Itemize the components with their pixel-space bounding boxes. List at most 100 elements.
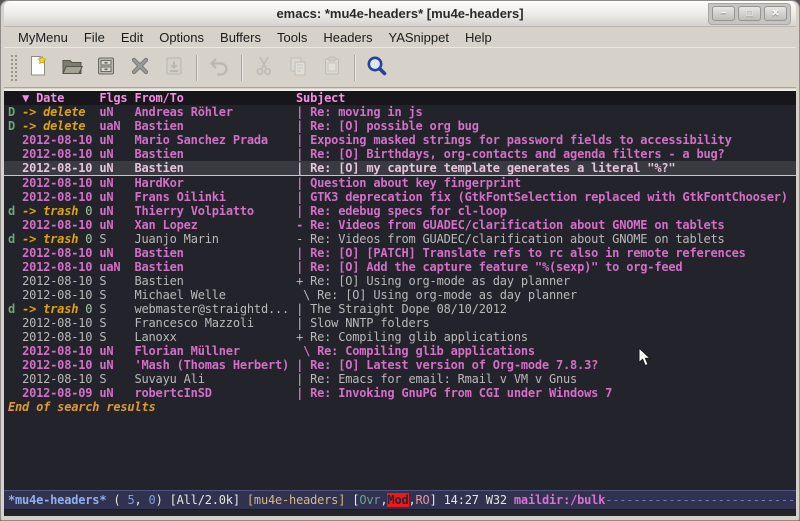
text-segment (8, 246, 22, 260)
headers-column-row: ▼ Date Flgs From/To Subject (4, 91, 796, 105)
text-segment: robertcInSD (134, 386, 211, 400)
message-row[interactable]: D -> delete uaN Bastien | Re: [O] possib… (4, 119, 796, 133)
search-button[interactable] (362, 53, 392, 83)
menu-item-edit[interactable]: Edit (113, 28, 151, 47)
save-buffer-button (159, 53, 189, 83)
column-headers-text: ▼ Date Flgs From/To Subject (22, 91, 345, 105)
text-segment: uN (99, 218, 113, 232)
search-icon (365, 54, 389, 81)
text-segment: *mu4e-headers* (8, 493, 106, 507)
text-segment: 2012-08-10 (22, 161, 92, 175)
message-row[interactable]: 2012-08-10 uN 'Mash (Thomas Herbert) | R… (4, 358, 796, 372)
text-segment (106, 288, 134, 302)
text-segment: Bastien (135, 119, 184, 133)
text-segment: 2012-08-10 (22, 190, 92, 204)
message-row[interactable]: d -> trash 0 uN Thierry Volpiatto | Re: … (4, 204, 796, 218)
kill-buffer-button[interactable] (125, 53, 155, 83)
dired-icon (94, 54, 118, 81)
text-segment: uN (99, 358, 113, 372)
save-buffer-icon (162, 54, 186, 81)
toolbar-separator (196, 55, 197, 81)
message-row[interactable]: d -> trash 0 S webmaster@straightd... | … (4, 302, 796, 316)
text-segment: uN (99, 344, 113, 358)
text-segment: Ovr (359, 493, 380, 507)
echo-area[interactable] (4, 510, 796, 516)
message-row[interactable]: 2012-08-10 uN Xan Lopez - Re: Videos fro… (4, 218, 796, 232)
title-bar[interactable]: emacs: *mu4e-headers* [mu4e-headers] −□✕ (4, 1, 796, 27)
message-row[interactable]: 2012-08-10 S Michael Welle \ Re: [O] Usi… (4, 288, 796, 302)
text-segment: d (8, 302, 22, 316)
message-row[interactable]: 2012-08-10 S Lanoxx + Re: Compiling glib… (4, 330, 796, 344)
maximize-button[interactable]: □ (738, 6, 761, 21)
menu-item-file[interactable]: File (76, 28, 113, 47)
text-segment: maildir:/bulk (514, 493, 605, 507)
text-segment: , (409, 493, 416, 507)
menu-item-headers[interactable]: Headers (315, 28, 380, 47)
message-row[interactable]: 2012-08-10 uN Mario Sanchez Prada | Expo… (4, 133, 796, 147)
menu-item-options[interactable]: Options (151, 28, 212, 47)
text-segment (8, 218, 22, 232)
message-row[interactable]: 2012-08-10 uaN Bastien | Re: [O] Add the… (4, 260, 796, 274)
text-segment (289, 358, 296, 372)
text-segment (184, 260, 296, 274)
text-segment (8, 190, 22, 204)
open-file-button[interactable] (57, 53, 87, 83)
text-segment (113, 358, 134, 372)
text-segment: - Re: Videos from GUADEC/clarification a… (296, 232, 725, 246)
copy-button (283, 53, 313, 83)
message-row[interactable]: 2012-08-10 S Suvayu Ali | Re: Emacs for … (4, 372, 796, 386)
close-button[interactable]: ✕ (764, 6, 787, 21)
text-segment: 2012-08-10 (22, 316, 92, 330)
text-segment: | Re: Emacs for email: Rmail v VM v Gnus (296, 372, 577, 386)
menu-item-tools[interactable]: Tools (269, 28, 315, 47)
menu-item-help[interactable]: Help (457, 28, 500, 47)
end-of-search-results: End of search results (4, 400, 796, 414)
text-segment (113, 133, 134, 147)
text-segment (177, 330, 296, 344)
column-headers-text (8, 91, 22, 105)
message-row[interactable]: d -> trash 0 S Juanjo Marin - Re: Videos… (4, 232, 796, 246)
text-segment: Francesco Mazzoli (134, 316, 253, 330)
undo-button (204, 53, 234, 83)
message-list: D -> delete uN Andreas Röhler | Re: movi… (4, 105, 796, 400)
message-row[interactable]: 2012-08-10 uN Frans Oilinki | GTK3 depre… (4, 190, 796, 204)
text-segment: Bastien (134, 246, 183, 260)
window-controls: −□✕ (708, 3, 791, 25)
dired-button[interactable] (91, 53, 121, 83)
message-row[interactable]: 2012-08-09 uN robertcInSD | Re: Invoking… (4, 386, 796, 400)
minimize-button[interactable]: − (712, 6, 735, 21)
text-segment (113, 176, 134, 190)
message-row[interactable]: 2012-08-10 uN Florian Müllner \ Re: Comp… (4, 344, 796, 358)
toolbar-grip-handle[interactable] (9, 53, 18, 83)
text-segment (113, 190, 134, 204)
new-file-button[interactable] (23, 53, 53, 83)
text-segment (113, 218, 134, 232)
mode-line: *mu4e-headers* ( 5, 0) [All/2.0k] [mu4e-… (4, 490, 796, 510)
message-row[interactable]: 2012-08-10 uN Bastien | Re: [O] Birthday… (4, 147, 796, 161)
text-segment (212, 386, 296, 400)
message-row[interactable]: 2012-08-10 S Bastien + Re: [O] Using org… (4, 274, 796, 288)
text-segment (106, 316, 134, 330)
text-segment: -> delete (22, 119, 85, 133)
menu-item-yasnippet[interactable]: YASnippet (380, 28, 456, 47)
text-segment: | Re: [O] possible org bug (296, 119, 479, 133)
text-segment (205, 372, 296, 386)
kill-buffer-icon (128, 54, 152, 81)
message-row[interactable]: 2012-08-10 S Francesco Mazzoli | Slow NN… (4, 316, 796, 330)
text-segment: 2012-08-10 (22, 274, 92, 288)
undo-icon (207, 54, 231, 81)
text-segment (8, 386, 22, 400)
text-segment: 2012-08-10 (22, 358, 92, 372)
message-row[interactable]: 2012-08-10 uN Bastien | Re: [O] [PATCH] … (4, 246, 796, 260)
menu-item-mymenu[interactable]: MyMenu (10, 28, 76, 47)
text-segment: D (8, 105, 22, 119)
text-segment: Xan Lopez (134, 218, 197, 232)
text-segment: uN (99, 246, 113, 260)
text-segment: Lanoxx (134, 330, 176, 344)
menu-item-buffers[interactable]: Buffers (212, 28, 269, 47)
message-row[interactable]: 2012-08-10 uN HardKor | Question about k… (4, 176, 796, 190)
text-segment (120, 260, 134, 274)
paste-icon (320, 54, 344, 81)
message-row[interactable]: D -> delete uN Andreas Röhler | Re: movi… (4, 105, 796, 119)
message-row-current[interactable]: 2012-08-10 uN Bastien | Re: [O] my captu… (4, 161, 796, 176)
